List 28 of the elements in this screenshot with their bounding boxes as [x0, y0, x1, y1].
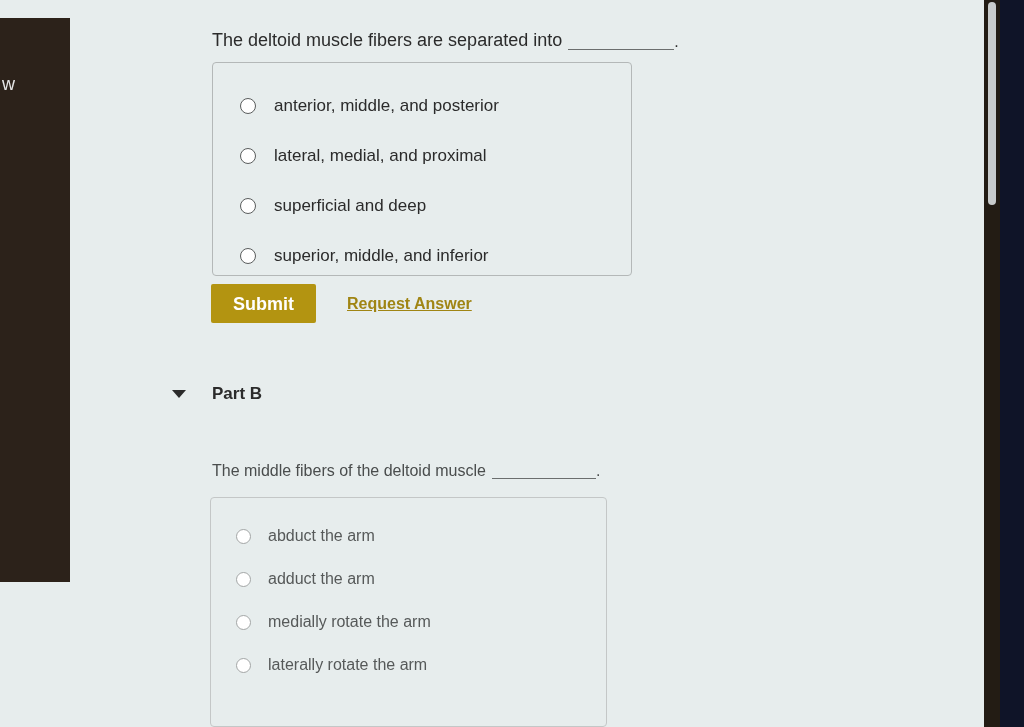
option-text: abduct the arm — [268, 526, 375, 546]
option-text: laterally rotate the arm — [268, 655, 428, 675]
radio-button[interactable] — [240, 248, 256, 264]
part-title: Part B — [212, 383, 263, 405]
sentence-period: . — [674, 32, 679, 52]
radio-button[interactable] — [236, 528, 251, 544]
option-text: adduct the arm — [268, 569, 375, 589]
scrollbar-thumb[interactable] — [988, 2, 996, 205]
radio-button[interactable] — [240, 198, 256, 214]
radio-button[interactable] — [240, 148, 256, 164]
fill-in-line[interactable] — [568, 48, 675, 50]
question-text: The middle fibers of the deltoid muscle — [212, 461, 486, 481]
option-text: anterior, middle, and posterior — [274, 95, 499, 117]
fill-in-line[interactable] — [491, 477, 596, 479]
radio-button[interactable] — [236, 571, 251, 587]
panel-text: w — [1, 74, 16, 94]
sentence-period: . — [595, 461, 601, 481]
caret-icon[interactable] — [172, 390, 186, 398]
radio-button[interactable] — [236, 657, 251, 673]
option-text: superior, middle, and inferior — [274, 245, 489, 267]
option-text: superficial and deep — [274, 195, 427, 217]
request-answer-link[interactable]: Request Answer — [347, 293, 472, 314]
radio-button[interactable] — [236, 614, 251, 630]
radio-button[interactable] — [240, 98, 256, 114]
submit-button[interactable]: Submit — [211, 284, 316, 323]
question-text: The deltoid muscle fibers are separated into — [212, 29, 563, 52]
option-text: lateral, medial, and proximal — [274, 145, 487, 167]
option-text: medially rotate the arm — [268, 612, 431, 632]
